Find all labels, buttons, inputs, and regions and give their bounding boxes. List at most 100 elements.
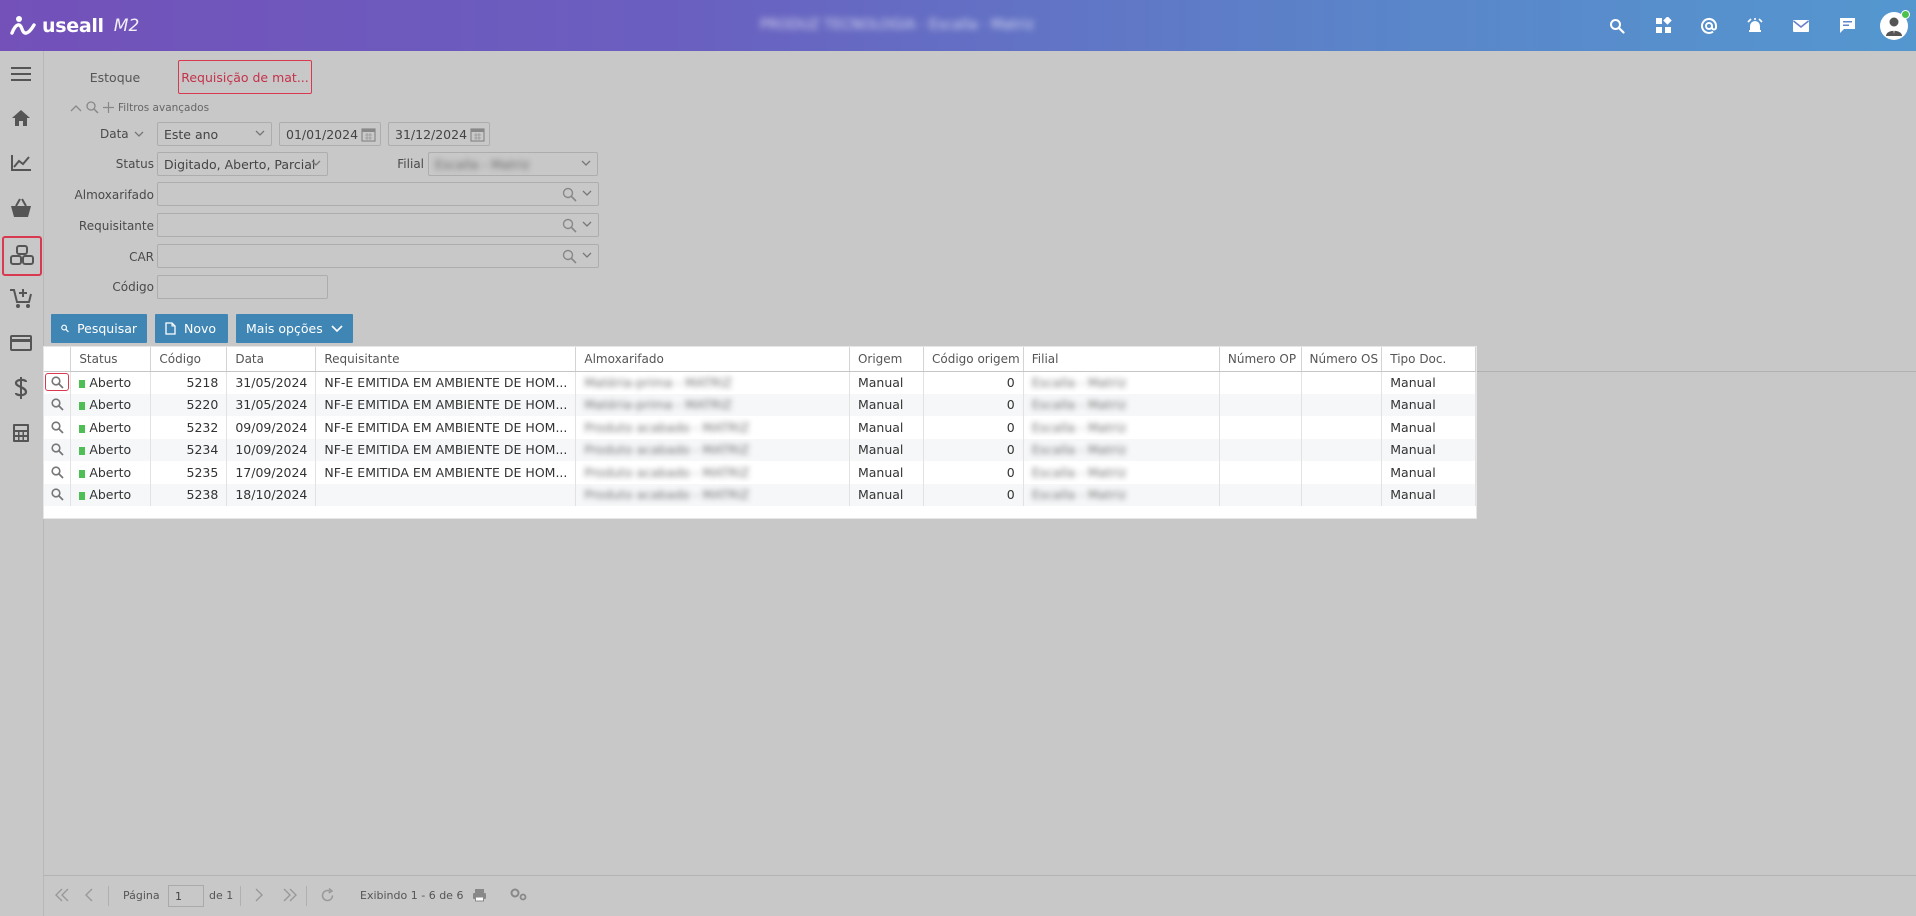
brand-logo[interactable]: useall M2 bbox=[10, 12, 139, 40]
chevron-down-icon[interactable] bbox=[582, 250, 592, 260]
home-icon[interactable] bbox=[0, 98, 42, 138]
table-row[interactable]: Aberto 5234 10/09/2024 NF-E EMITIDA EM AMBI… bbox=[44, 438, 1476, 461]
search-icon[interactable] bbox=[562, 249, 577, 264]
status-indicator bbox=[79, 492, 86, 501]
column-header-numero-os[interactable]: Número OS bbox=[1301, 347, 1383, 372]
requisitions-grid: Status Código Data Requisitante Almoxari… bbox=[44, 347, 1476, 518]
chevron-down-icon bbox=[255, 130, 265, 136]
view-record-icon[interactable] bbox=[45, 441, 69, 459]
date-period-select[interactable]: Este ano bbox=[157, 122, 272, 146]
table-body: Aberto 5218 31/05/2024 NF-E EMITIDA EM AMBI… bbox=[44, 371, 1476, 506]
at-icon[interactable] bbox=[1686, 0, 1732, 51]
search-icon[interactable] bbox=[562, 187, 577, 202]
column-header-numero-op[interactable]: Número OP bbox=[1219, 347, 1302, 372]
cell-status: Aberto bbox=[70, 393, 152, 416]
search-button[interactable]: Pesquisar bbox=[51, 314, 147, 343]
cell-numero-os bbox=[1301, 438, 1383, 461]
basket-icon[interactable] bbox=[0, 188, 42, 228]
pagination-bar: Página de 1 Exibindo 1 - 6 de 6 bbox=[44, 875, 1916, 916]
previous-page-icon[interactable] bbox=[84, 888, 94, 902]
column-header-tipo-doc[interactable]: Tipo Doc. bbox=[1381, 347, 1476, 372]
almoxarifado-lookup[interactable] bbox=[157, 182, 599, 206]
calendar-icon[interactable] bbox=[470, 127, 485, 142]
mail-icon[interactable] bbox=[1778, 0, 1824, 51]
view-record-icon[interactable] bbox=[45, 373, 70, 392]
status-select[interactable]: Digitado, Aberto, Parcial bbox=[157, 152, 328, 176]
refresh-icon[interactable] bbox=[320, 888, 335, 903]
calculator-icon[interactable] bbox=[0, 413, 42, 453]
filial-label: Filial bbox=[397, 157, 424, 171]
chart-icon[interactable] bbox=[0, 143, 42, 183]
first-page-icon[interactable] bbox=[54, 888, 70, 902]
boxes-icon[interactable] bbox=[2, 236, 42, 276]
column-header-codigo-origem[interactable]: Código origem bbox=[923, 347, 1024, 372]
calendar-icon[interactable] bbox=[361, 127, 376, 142]
column-header-filial[interactable]: Filial bbox=[1023, 347, 1220, 372]
filial-select[interactable]: Escalla - Matriz bbox=[428, 152, 598, 176]
view-record-icon[interactable] bbox=[45, 418, 69, 436]
cell-codigo: 5218 bbox=[150, 371, 228, 394]
cell-view bbox=[44, 483, 72, 506]
chevron-down-icon[interactable] bbox=[582, 188, 592, 198]
view-record-icon[interactable] bbox=[45, 396, 69, 414]
view-record-icon[interactable] bbox=[45, 463, 69, 481]
cell-requisitante-text: NF-E EMITIDA EM AMBIENTE DE HOM... bbox=[324, 442, 568, 458]
date-type-dropdown-icon[interactable] bbox=[134, 128, 144, 142]
table-row[interactable]: Aberto 5235 17/09/2024 NF-E EMITIDA EM AMBI… bbox=[44, 461, 1476, 484]
status-indicator bbox=[79, 424, 86, 433]
cell-codigo-origem: 0 bbox=[923, 371, 1024, 394]
cell-status: Aberto bbox=[70, 438, 152, 461]
user-avatar-icon[interactable] bbox=[1880, 9, 1910, 40]
advanced-filters-toggle[interactable]: Filtros avançados bbox=[70, 101, 209, 114]
chevron-down-icon[interactable] bbox=[582, 219, 592, 229]
cell-filial: Escalla - Matriz bbox=[1023, 416, 1220, 439]
more-options-button[interactable]: Mais opções bbox=[236, 314, 353, 343]
column-header-almoxarifado[interactable]: Almoxarifado bbox=[575, 347, 850, 372]
car-lookup[interactable] bbox=[157, 244, 599, 268]
table-row[interactable]: Aberto 5232 09/09/2024 NF-E EMITIDA EM AMBI… bbox=[44, 416, 1476, 439]
menu-icon[interactable] bbox=[0, 54, 42, 94]
column-header-data[interactable]: Data bbox=[226, 347, 317, 372]
cart-add-icon[interactable] bbox=[0, 278, 42, 318]
table-row[interactable]: Aberto 5220 31/05/2024 NF-E EMITIDA EM AMBI… bbox=[44, 393, 1476, 416]
tab-requisicao-material[interactable]: Requisição de mat... bbox=[178, 60, 312, 94]
status-text: Aberto bbox=[89, 419, 132, 435]
date-to-input[interactable]: 31/12/2024 bbox=[388, 122, 490, 146]
print-icon[interactable] bbox=[472, 888, 487, 902]
column-header-origem[interactable]: Origem bbox=[849, 347, 925, 372]
column-header-codigo[interactable]: Código bbox=[150, 347, 228, 372]
cell-almoxarifado-text: Matéria-prima - MATRIZ bbox=[584, 375, 732, 390]
date-from-input[interactable]: 01/01/2024 bbox=[279, 122, 381, 146]
search-icon[interactable] bbox=[1594, 0, 1640, 51]
card-icon[interactable] bbox=[0, 323, 42, 363]
table-row[interactable]: Aberto 5238 18/10/2024 Produto acabado - MA… bbox=[44, 483, 1476, 506]
cell-data: 10/09/2024 bbox=[226, 438, 317, 461]
column-header-requisitante[interactable]: Requisitante bbox=[315, 347, 577, 372]
cell-view bbox=[44, 393, 72, 416]
cell-codigo-origem: 0 bbox=[923, 461, 1024, 484]
last-page-icon[interactable] bbox=[282, 888, 298, 902]
cell-origem: Manual bbox=[849, 371, 925, 394]
search-icon[interactable] bbox=[562, 218, 577, 233]
cell-almoxarifado-text: Matéria-prima - MATRIZ bbox=[584, 397, 732, 413]
column-header-status[interactable]: Status bbox=[70, 347, 152, 372]
next-page-icon[interactable] bbox=[254, 888, 264, 902]
cell-filial: Escalla - Matriz bbox=[1023, 393, 1220, 416]
new-button[interactable]: Novo bbox=[155, 314, 228, 343]
codigo-input[interactable] bbox=[157, 275, 328, 299]
search-icon bbox=[86, 101, 99, 114]
alarm-icon[interactable] bbox=[1732, 0, 1778, 51]
settings-icon[interactable] bbox=[510, 888, 528, 902]
dollar-icon[interactable] bbox=[0, 368, 42, 408]
status-label: Status bbox=[115, 157, 154, 171]
cell-data-text: 18/10/2024 bbox=[235, 487, 308, 503]
requisitante-lookup[interactable] bbox=[157, 213, 599, 237]
page-number-input[interactable] bbox=[168, 885, 204, 907]
table-row[interactable]: Aberto 5218 31/05/2024 NF-E EMITIDA EM AMBI… bbox=[44, 371, 1476, 394]
widgets-icon[interactable] bbox=[1640, 0, 1686, 51]
tab-estoque[interactable]: Estoque bbox=[74, 60, 156, 94]
view-record-icon[interactable] bbox=[45, 486, 69, 504]
cell-codigo-text: 5238 bbox=[186, 487, 219, 503]
date-from-value: 01/01/2024 bbox=[286, 126, 359, 142]
chat-icon[interactable] bbox=[1824, 0, 1870, 51]
